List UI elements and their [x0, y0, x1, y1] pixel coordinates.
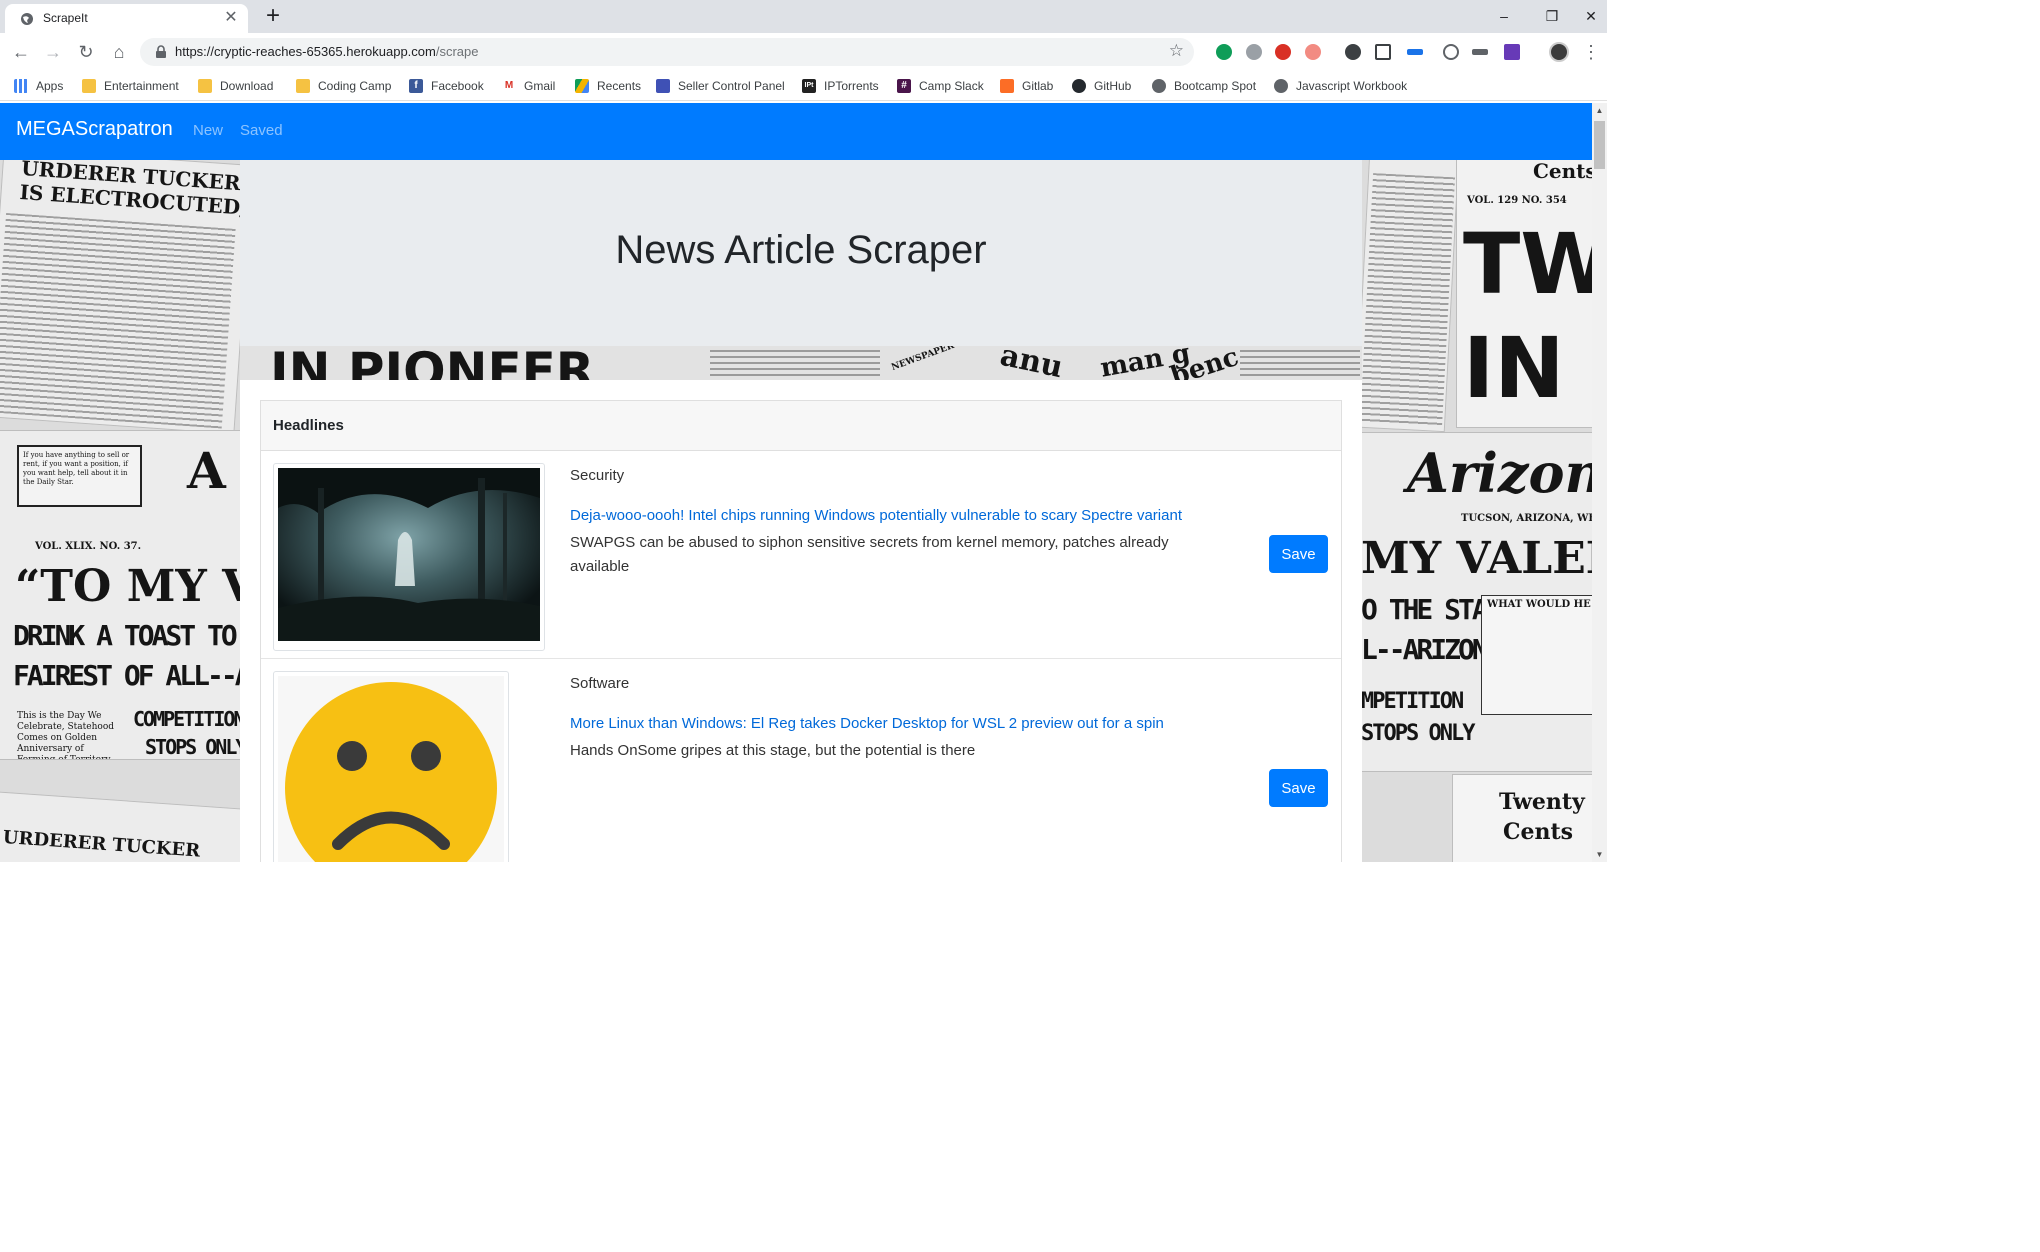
extension-menu-icon[interactable]: [1472, 49, 1488, 55]
browser-toolbar: ← → ↻ ⌂ https://cryptic-reaches-65365.he…: [0, 33, 1607, 71]
extension-circle-icon[interactable]: [1443, 44, 1459, 60]
bookmark-javascript-workbook[interactable]: Javascript Workbook: [1274, 77, 1407, 95]
bookmark-download[interactable]: Download: [198, 77, 273, 95]
new-tab-button[interactable]: +: [260, 3, 286, 29]
extension-arrow-icon[interactable]: [1305, 44, 1321, 60]
article-category: Software: [570, 675, 630, 692]
bookmark-apps[interactable]: Apps: [14, 77, 63, 95]
bookmark-coding-camp[interactable]: Coding Camp: [296, 77, 391, 95]
facebook-icon: f: [409, 79, 423, 93]
save-button[interactable]: Save: [1269, 535, 1328, 573]
article-thumbnail: [273, 671, 509, 862]
minimize-button[interactable]: –: [1481, 2, 1527, 30]
article-category: Security: [570, 467, 625, 484]
close-window-button[interactable]: ✕: [1575, 2, 1607, 30]
gmail-icon: M: [502, 79, 516, 93]
bookmark-recents[interactable]: Recents: [575, 77, 641, 95]
globe-icon: [1152, 79, 1166, 93]
profile-avatar[interactable]: [1549, 42, 1569, 62]
extension-check-icon[interactable]: [1504, 44, 1520, 60]
bookmark-iptorrents[interactable]: IPt IPTorrents: [802, 77, 879, 95]
bookmark-gmail[interactable]: M Gmail: [502, 77, 555, 95]
newspaper-clip: [1354, 160, 1460, 433]
bookmark-bootcamp-spot[interactable]: Bootcamp Spot: [1152, 77, 1256, 95]
newspaper-clip: If you have anything to sell or rent, if…: [0, 430, 246, 760]
bookmark-facebook[interactable]: f Facebook: [409, 77, 484, 95]
address-bar[interactable]: https://cryptic-reaches-65365.herokuapp.…: [140, 38, 1194, 66]
bookmarks-bar: Apps Entertainment Download Coding Camp …: [0, 71, 1607, 101]
bookmark-github[interactable]: GitHub: [1072, 77, 1131, 95]
forward-button[interactable]: →: [41, 40, 65, 64]
seller-icon: [656, 79, 670, 93]
article-title-link[interactable]: More Linux than Windows: El Reg takes Do…: [570, 715, 1164, 732]
adblock-icon[interactable]: [1275, 44, 1291, 60]
article-summary: Hands OnSome gripes at this stage, but t…: [570, 742, 976, 759]
restore-button[interactable]: ❐: [1529, 2, 1575, 30]
page-scrollbar[interactable]: ▲ ▼: [1592, 103, 1607, 862]
newspaper-strip: IN PIONEER NEWSPAPER anu man g benc: [240, 346, 1362, 380]
article-item: Software More Linux than Windows: El Reg…: [261, 659, 1341, 862]
article-item: Security Deja-wooo-oooh! Intel chips run…: [261, 451, 1341, 659]
nav-link-saved[interactable]: Saved: [240, 122, 283, 139]
gitlab-icon: [1000, 79, 1014, 93]
sad-face-image: [278, 676, 504, 862]
headlines-card: Headlines Security Deja-wooo-oooh! Intel…: [260, 400, 1342, 862]
extension-cloud-icon[interactable]: [1246, 44, 1262, 60]
article-thumbnail: [273, 463, 545, 651]
github-icon: [1072, 79, 1086, 93]
newspaper-clip: URDERER TUCKER IS ELECTROCUTED,: [0, 160, 254, 435]
page-title: News Article Scraper: [615, 228, 987, 272]
newspaper-clip: Twenty Cents: [1452, 774, 1592, 862]
nav-link-new[interactable]: New: [193, 122, 223, 139]
article-title-link[interactable]: Deja-wooo-oooh! Intel chips running Wind…: [570, 507, 1182, 524]
newspaper-clip: URDERER TUCKER: [0, 791, 247, 862]
bookmark-star-icon[interactable]: ☆: [1169, 41, 1184, 61]
browser-tab[interactable]: ScrapeIt ✕: [5, 4, 248, 33]
bookmark-camp-slack[interactable]: # Camp Slack: [897, 77, 984, 95]
ipt-icon: IPt: [802, 79, 816, 93]
article-summary: SWAPGS can be abused to siphon sensitive…: [570, 534, 1169, 575]
tab-strip: ScrapeIt ✕ + – ❐ ✕: [0, 0, 1607, 33]
folder-icon: [296, 79, 310, 93]
globe-icon: [21, 13, 33, 25]
drive-icon: [575, 79, 589, 93]
scrollbar-thumb[interactable]: [1594, 121, 1605, 169]
card-header: Headlines: [261, 401, 1341, 451]
main-container: News Article Scraper IN PIONEER NEWSPAPE…: [240, 160, 1362, 862]
home-button[interactable]: ⌂: [107, 40, 131, 64]
close-tab-icon[interactable]: ✕: [222, 9, 240, 27]
page-viewport: MEGAScrapatron New Saved URDERER TUCKER …: [0, 103, 1607, 862]
apps-grid-icon: [14, 79, 28, 93]
lock-icon: [156, 45, 166, 58]
slack-icon: #: [897, 79, 911, 93]
jumbotron: News Article Scraper: [240, 160, 1362, 346]
url-text: https://cryptic-reaches-65365.herokuapp.…: [175, 44, 479, 59]
ghost-in-forest-image: [278, 468, 540, 641]
bookmark-entertainment[interactable]: Entertainment: [82, 77, 179, 95]
newspaper-clip: Cents VOL. 129 NO. 354 TW IN: [1456, 160, 1592, 428]
extension-dark-icon[interactable]: [1345, 44, 1361, 60]
extension-green-icon[interactable]: [1216, 44, 1232, 60]
save-button[interactable]: Save: [1269, 769, 1328, 807]
site-navbar: MEGAScrapatron New Saved: [0, 103, 1592, 160]
scroll-up-icon[interactable]: ▲: [1595, 106, 1604, 115]
globe-icon: [1274, 79, 1288, 93]
tab-title: ScrapeIt: [43, 11, 88, 25]
reload-button[interactable]: ↻: [74, 40, 98, 64]
browser-menu-icon[interactable]: ⋮: [1579, 40, 1603, 64]
bookmark-gitlab[interactable]: Gitlab: [1000, 77, 1053, 95]
back-button[interactable]: ←: [9, 40, 33, 64]
screenshot-icon[interactable]: [1375, 44, 1391, 60]
scroll-down-icon[interactable]: ▼: [1595, 850, 1604, 859]
content-area: Headlines Security Deja-wooo-oooh! Intel…: [240, 380, 1362, 862]
newspaper-clip: Arizona TUCSON, ARIZONA, WE MY VALEN O T…: [1360, 432, 1592, 772]
bookmark-seller-control-panel[interactable]: Seller Control Panel: [656, 77, 785, 95]
folder-icon: [198, 79, 212, 93]
navbar-brand[interactable]: MEGAScrapatron: [16, 118, 173, 141]
extension-blue-icon[interactable]: [1407, 49, 1423, 55]
folder-icon: [82, 79, 96, 93]
browser-window: ScrapeIt ✕ + – ❐ ✕ ← → ↻ ⌂ https://crypt…: [0, 0, 1607, 862]
card-header-title: Headlines: [273, 417, 344, 434]
